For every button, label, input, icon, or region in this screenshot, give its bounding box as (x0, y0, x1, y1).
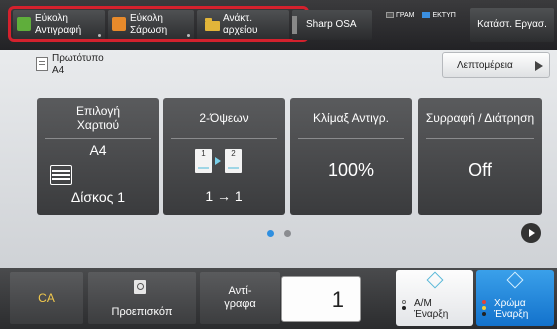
start-icon (426, 271, 443, 289)
bw-indicator-icon (402, 300, 406, 316)
original-document-icon (36, 57, 48, 71)
staple-punch-tile[interactable]: Συρραφή / Διάτρηση Off (418, 98, 542, 215)
sharp-osa-button[interactable]: Sharp OSA (292, 10, 372, 40)
arrow-icon (215, 157, 221, 165)
preview-icon (134, 280, 146, 294)
divider (171, 138, 277, 139)
divider (426, 138, 534, 139)
color-start-label: Χρώμα Έναρξη (494, 298, 529, 320)
scroll-tab-icon (292, 16, 297, 34)
tray-icon (50, 165, 72, 185)
duplex-title: 2-Όψεων (199, 111, 249, 125)
staple-punch-title: Συρραφή / Διάτρηση (425, 111, 535, 125)
divider (298, 138, 404, 139)
copies-label: Αντί- γραφα (200, 272, 280, 324)
print-status: ΕΚΤΥΠ (422, 12, 456, 19)
original-label: Πρωτότυπο A4 (52, 53, 104, 76)
paper-tray: Δίσκος 1 (70, 189, 126, 205)
copy-ratio-value: 100% (327, 160, 375, 180)
paper-select-tile[interactable]: Επιλογή Χαρτιού A4 Δίσκος 1 (37, 98, 159, 215)
bw-start-label: Α/Μ Έναρξη (414, 298, 449, 320)
page-indicator-active[interactable] (267, 230, 274, 237)
details-label: Λεπτομέρεια (457, 60, 513, 71)
start-icon (506, 271, 524, 289)
paper-select-title: Επιλογή Χαρτιού (75, 104, 121, 132)
line-status-label: ΓΡΑΜ (396, 12, 415, 19)
duplex-icon: 1 2 (189, 149, 259, 177)
line-status: ΓΡΑΜ (386, 12, 415, 19)
duplex-value: 1 → 1 (205, 188, 243, 204)
divider (45, 138, 151, 139)
copy-ratio-title: Κλίμαξ Αντιγρ. (313, 111, 389, 125)
page-indicator[interactable] (284, 230, 291, 237)
next-page-icon[interactable] (521, 223, 541, 243)
print-status-icon (422, 12, 431, 19)
line-status-icon (386, 12, 394, 19)
highlight-frame (8, 6, 309, 42)
print-status-label: ΕΚΤΥΠ (432, 12, 456, 19)
copy-ratio-tile[interactable]: Κλίμαξ Αντιγρ. 100% (290, 98, 412, 215)
preview-button[interactable]: Προεπισκόπ (88, 272, 196, 324)
color-indicator-icon (482, 300, 486, 316)
color-start-button[interactable]: Χρώμα Έναρξη (476, 270, 554, 326)
arrow-right-icon (535, 61, 543, 71)
preview-label: Προεπισκόπ (111, 306, 173, 318)
page-back-icon: 2 (225, 149, 242, 173)
clear-all-button[interactable]: CA (10, 272, 83, 324)
sharp-osa-label: Sharp OSA (306, 19, 357, 30)
job-status-button[interactable]: Κατάστ. Εργασ. (470, 8, 554, 42)
status-indicators: ΓΡΑΜ ΕΚΤΥΠ (386, 12, 462, 19)
bw-start-button[interactable]: Α/Μ Έναρξη (396, 270, 473, 326)
details-button[interactable]: Λεπτομέρεια (442, 52, 550, 78)
page-front-icon: 1 (195, 149, 212, 173)
staple-punch-value: Off (468, 160, 492, 180)
paper-size: A4 (89, 142, 107, 158)
copies-input[interactable]: 1 (281, 276, 361, 322)
